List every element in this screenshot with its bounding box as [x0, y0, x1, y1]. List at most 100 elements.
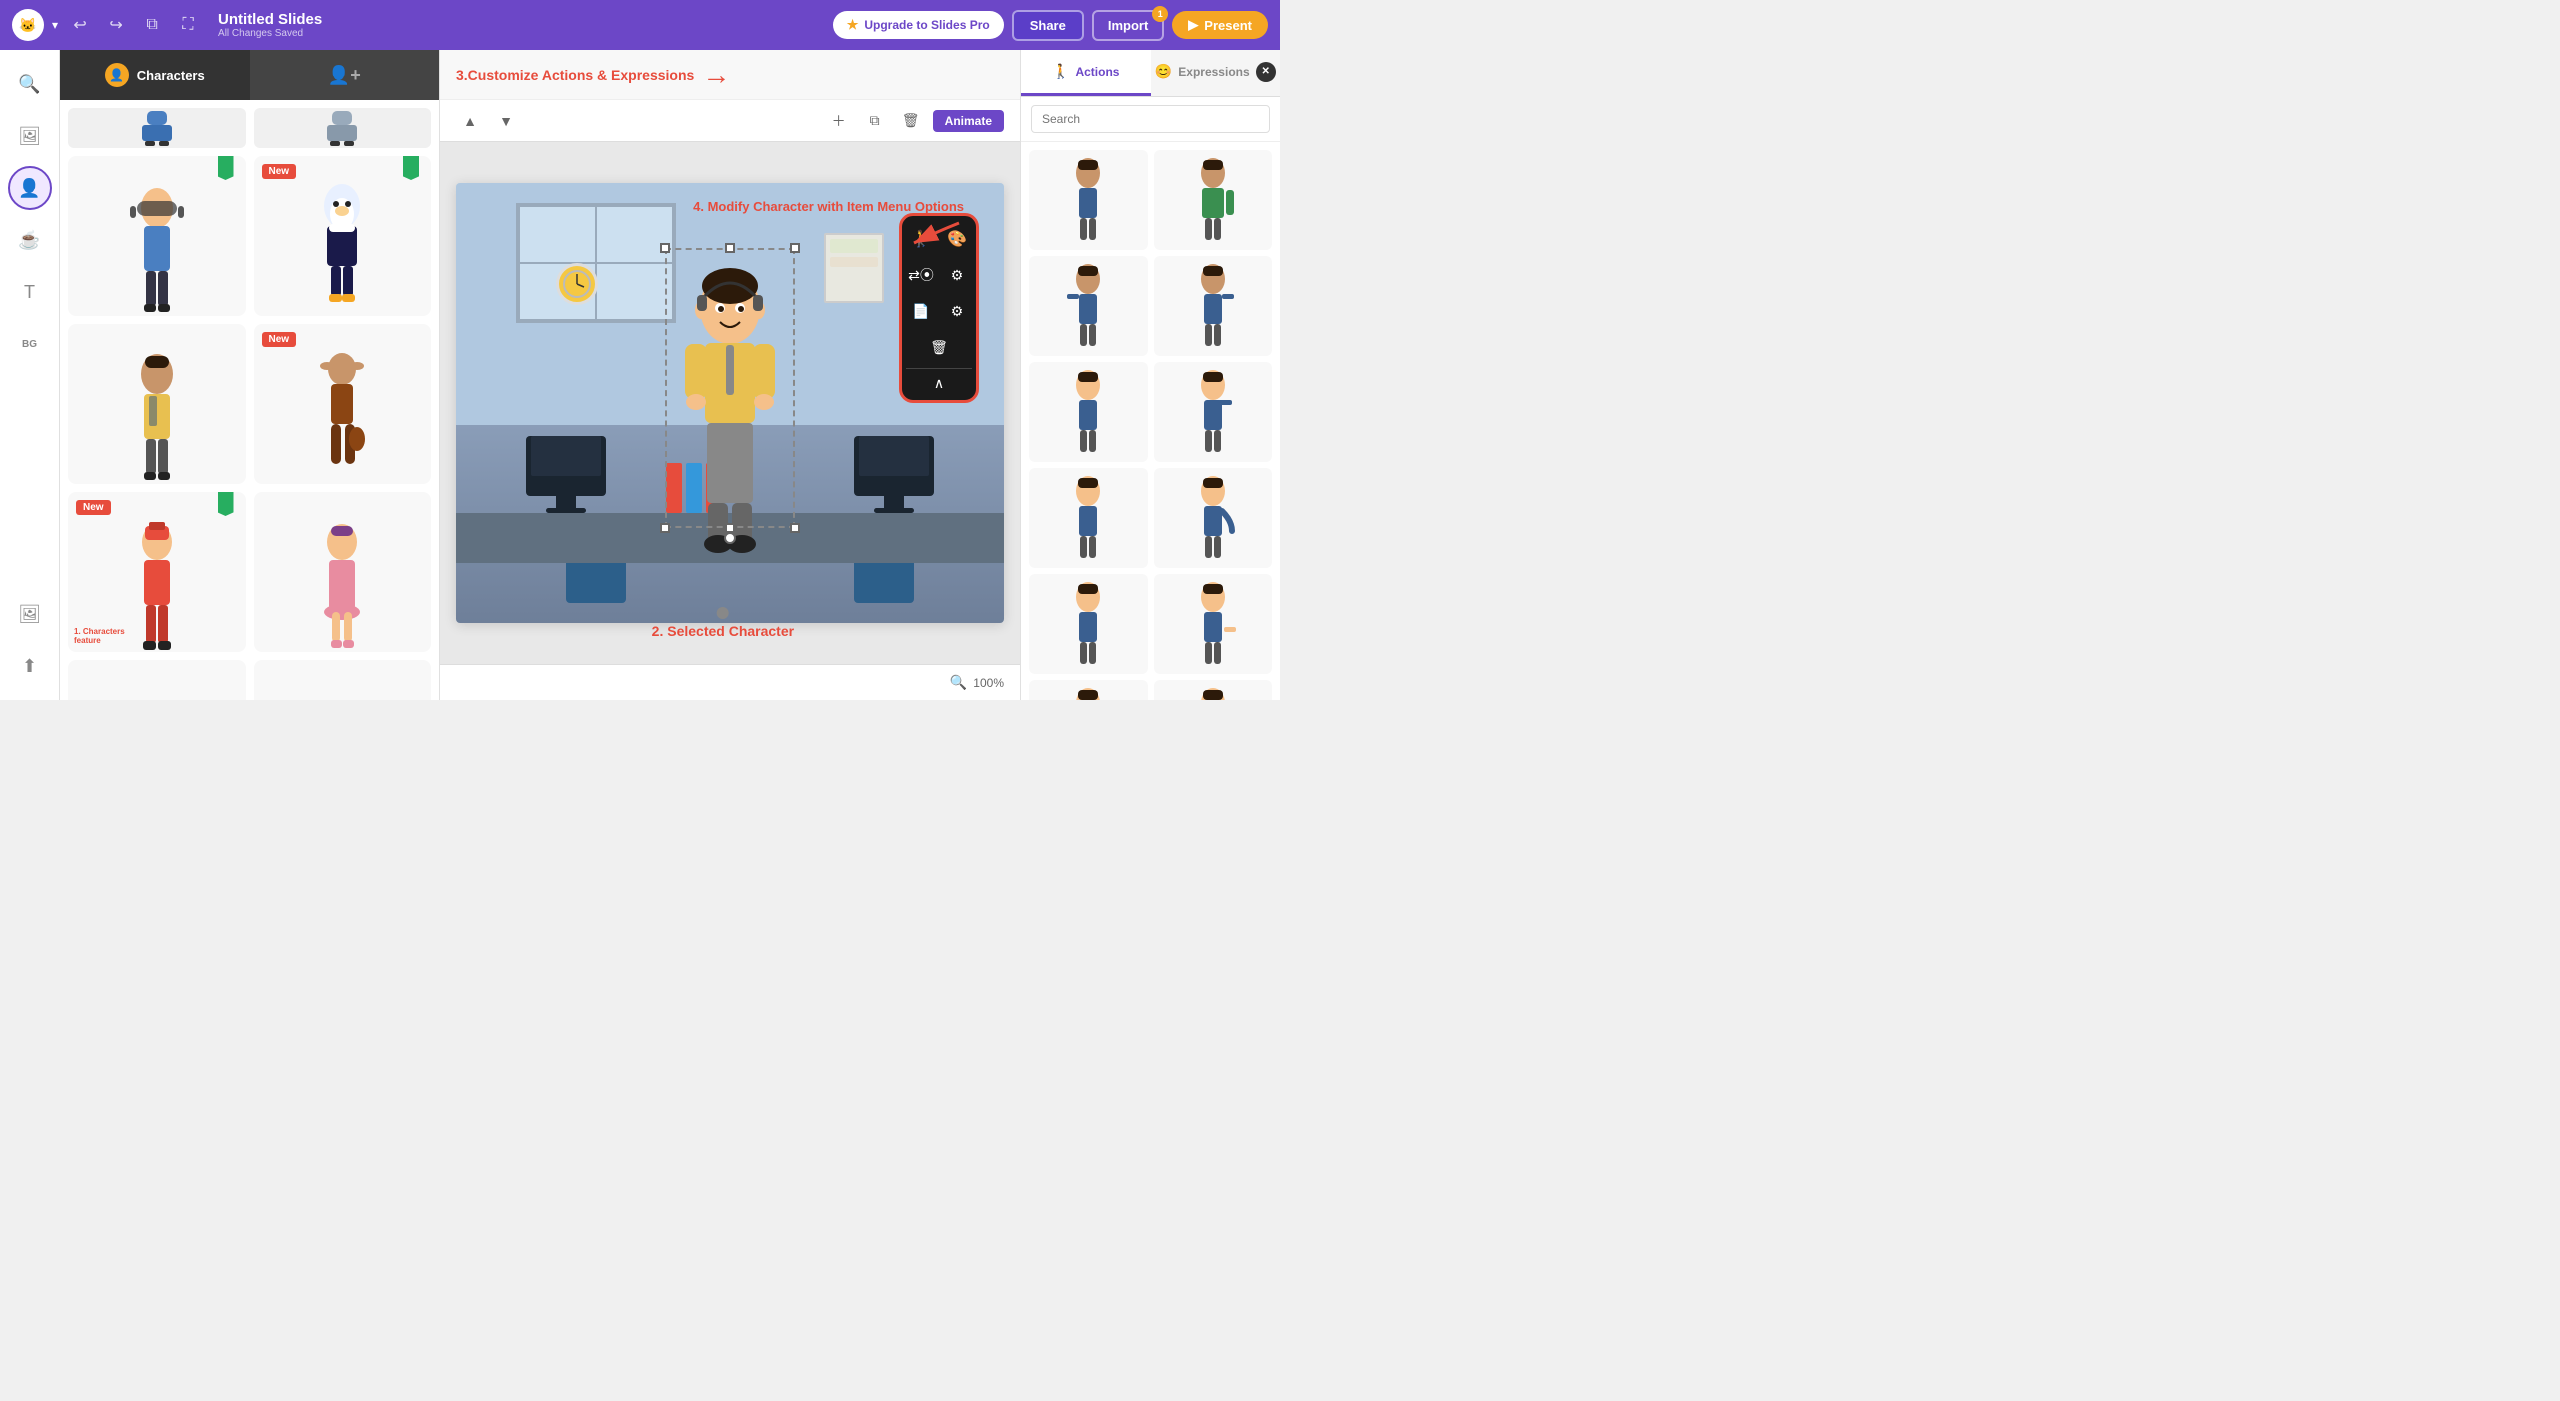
- sidebar-item-image[interactable]: 🖼: [8, 592, 52, 636]
- handle-bl[interactable]: [660, 523, 670, 533]
- sidebar-item-upload[interactable]: ⬆: [8, 644, 52, 688]
- sidebar-item-characters[interactable]: 👤: [8, 166, 52, 210]
- char-tab-characters[interactable]: 👤 Characters: [60, 50, 250, 100]
- char-grid: New: [68, 156, 431, 700]
- item-menu-gear-button[interactable]: ⚙: [942, 296, 972, 326]
- upgrade-button[interactable]: ★ Upgrade to Slides Pro: [833, 11, 1004, 39]
- new-badge-4: New: [262, 332, 297, 347]
- item-menu-collapse-icon[interactable]: ∧: [934, 375, 944, 392]
- handle-tc[interactable]: [725, 243, 735, 253]
- item-menu: 🚶 🎨 ⇄⦿ ⚙ 📄 ⚙ 🗑 ∧: [899, 213, 979, 403]
- slide-canvas-wrapper: 🚶 🎨 ⇄⦿ ⚙ 📄 ⚙ 🗑 ∧: [440, 142, 1020, 664]
- char-item-8[interactable]: [254, 660, 432, 700]
- item-menu-toggle-button[interactable]: ⇄⦿: [906, 260, 936, 290]
- item-menu-actions-button[interactable]: 🚶: [906, 224, 936, 254]
- item-menu-row-3: 📄 ⚙: [906, 296, 972, 326]
- item-menu-layer-button[interactable]: 📄: [906, 296, 936, 326]
- char-panel-header: 👤 Characters 👤+: [60, 50, 439, 100]
- zoom-control: 🔍 100%: [950, 674, 1004, 691]
- actions-tab-label: Actions: [1075, 65, 1119, 79]
- char-tab-icon: 👤: [105, 63, 129, 87]
- left-computer: [526, 431, 606, 513]
- sidebar-item-coffee[interactable]: ☕: [8, 218, 52, 262]
- right-char-6[interactable]: [1154, 362, 1273, 462]
- handle-tl[interactable]: [660, 243, 670, 253]
- char-item-6[interactable]: [254, 492, 432, 652]
- redo-button[interactable]: ↪: [102, 11, 130, 39]
- sidebar-item-bg[interactable]: BG: [8, 322, 52, 366]
- tab-actions[interactable]: 🚶 Actions: [1021, 50, 1151, 96]
- char-item-4[interactable]: New: [254, 324, 432, 484]
- char-item-7[interactable]: [68, 660, 246, 700]
- actions-tab-icon: 🚶: [1052, 63, 1069, 80]
- zoom-icon[interactable]: 🔍: [950, 674, 967, 691]
- office-window: [516, 203, 676, 323]
- step3-arrow-icon: →: [702, 59, 730, 91]
- right-char-7[interactable]: [1029, 468, 1148, 568]
- slide-canvas[interactable]: 🚶 🎨 ⇄⦿ ⚙ 📄 ⚙ 🗑 ∧: [456, 183, 1004, 623]
- sidebar-item-search[interactable]: 🔍: [8, 62, 52, 106]
- char-5-label: 1. Charactersfeature: [74, 628, 125, 646]
- right-char-grid: [1021, 142, 1280, 700]
- app-logo[interactable]: 🐱: [12, 9, 44, 41]
- handle-tr[interactable]: [790, 243, 800, 253]
- search-input[interactable]: [1031, 105, 1270, 133]
- right-char-1[interactable]: [1029, 150, 1148, 250]
- right-char-11[interactable]: [1029, 680, 1148, 700]
- share-button[interactable]: Share: [1012, 10, 1084, 41]
- nav-up-button[interactable]: ▲: [456, 107, 484, 135]
- right-computer: [854, 431, 934, 513]
- char-item-2[interactable]: New: [254, 156, 432, 316]
- char-item-3[interactable]: [68, 324, 246, 484]
- item-menu-settings2-button[interactable]: ⚙: [942, 260, 972, 290]
- tab-expressions[interactable]: 😊 Expressions ✕: [1151, 50, 1281, 96]
- expressions-tab-icon: 😊: [1155, 63, 1172, 80]
- animate-button[interactable]: Animate: [933, 110, 1004, 132]
- delete-element-button[interactable]: 🗑: [897, 107, 925, 135]
- expressions-tab-close[interactable]: ✕: [1256, 62, 1276, 82]
- handle-rotate[interactable]: [724, 532, 736, 544]
- sidebar-item-slides[interactable]: 🖼: [8, 114, 52, 158]
- right-char-12[interactable]: [1154, 680, 1273, 700]
- wall-clock: [556, 263, 598, 305]
- duplicate-button[interactable]: ⧉: [138, 11, 166, 39]
- window-pane-4: [596, 263, 673, 320]
- sidebar-item-text[interactable]: T: [8, 270, 52, 314]
- item-menu-delete-button[interactable]: 🗑: [924, 332, 954, 362]
- step2-annotation-text: 2. Selected Character: [652, 623, 794, 639]
- char-tab-add[interactable]: 👤+: [250, 50, 440, 100]
- right-char-3[interactable]: [1029, 256, 1148, 356]
- present-label: Present: [1204, 18, 1252, 33]
- item-menu-colors-button[interactable]: 🎨: [942, 224, 972, 254]
- char-item-5[interactable]: New 1. Charactersfeature: [68, 492, 246, 652]
- import-label: Import: [1108, 18, 1148, 33]
- main-layout: 🔍 🖼 👤 ☕ T BG 🖼 ⬆ 👤 Characters 👤+: [0, 50, 1280, 700]
- right-char-9[interactable]: [1029, 574, 1148, 674]
- expressions-tab-label: Expressions: [1178, 65, 1249, 79]
- handle-br[interactable]: [790, 523, 800, 533]
- right-char-5[interactable]: [1029, 362, 1148, 462]
- selected-character-container[interactable]: [665, 248, 795, 558]
- char-tab-label: Characters: [137, 68, 205, 83]
- present-button[interactable]: ▶ Present: [1172, 11, 1268, 39]
- app-dropdown[interactable]: ▾: [52, 18, 58, 32]
- item-menu-row-1: 🚶 🎨: [906, 224, 972, 254]
- right-char-4[interactable]: [1154, 256, 1273, 356]
- duplicate-element-button[interactable]: ⧉: [861, 107, 889, 135]
- right-char-8[interactable]: [1154, 468, 1273, 568]
- bookmark-icon-5: [218, 492, 234, 516]
- char-panel-scroll[interactable]: New: [60, 100, 439, 700]
- fullscreen-button[interactable]: ⛶: [174, 11, 202, 39]
- character-panel: 👤 Characters 👤+: [60, 50, 440, 700]
- char-item-1[interactable]: [68, 156, 246, 316]
- import-button[interactable]: Import 1: [1092, 10, 1164, 41]
- right-char-2[interactable]: [1154, 150, 1273, 250]
- upgrade-label: Upgrade to Slides Pro: [864, 18, 989, 32]
- undo-button[interactable]: ↩: [66, 11, 94, 39]
- right-char-10[interactable]: [1154, 574, 1273, 674]
- add-element-button[interactable]: ＋: [825, 107, 853, 135]
- item-menu-row-4: 🗑: [924, 332, 954, 362]
- slide-title: Untitled Slides: [218, 11, 825, 28]
- slide-toolbar: ▲ ▼ ＋ ⧉ 🗑 Animate: [440, 100, 1020, 142]
- nav-down-button[interactable]: ▼: [492, 107, 520, 135]
